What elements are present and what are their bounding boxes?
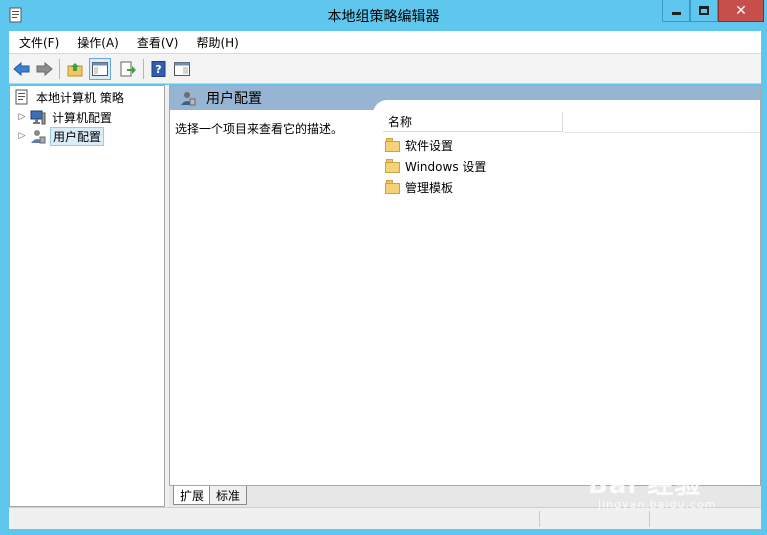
- list-item-admin-templates[interactable]: 管理模板: [385, 178, 453, 196]
- tree-item-user-config[interactable]: ▷ 用户配置: [18, 126, 105, 146]
- user-icon: [31, 130, 46, 144]
- watermark-logo-text: Bai 经验: [588, 470, 702, 500]
- forward-button[interactable]: [35, 60, 53, 78]
- export-list-icon: [120, 61, 136, 77]
- expand-arrow-icon[interactable]: ▷: [18, 112, 26, 122]
- minimize-button[interactable]: [662, 0, 690, 22]
- tab-extended[interactable]: 扩展: [173, 486, 212, 505]
- show-hide-tree-button[interactable]: [89, 58, 111, 80]
- close-button[interactable]: ✕: [718, 0, 764, 22]
- menu-bar: 文件(F) 操作(A) 查看(V) 帮助(H): [9, 31, 761, 53]
- forward-arrow-icon: [36, 62, 53, 76]
- group-policy-editor-window: 本地组策略编辑器 ✕ 文件(F) 操作(A) 查看(V) 帮助(H) ? 本地计…: [0, 0, 767, 535]
- up-folder-icon: [67, 63, 83, 77]
- menu-help[interactable]: 帮助(H): [186, 34, 246, 51]
- menu-file[interactable]: 文件(F): [9, 34, 67, 51]
- maximize-button[interactable]: [690, 0, 718, 22]
- tree-item-computer-config[interactable]: ▷ 计算机配置: [18, 108, 114, 126]
- folder-icon: [385, 180, 401, 194]
- computer-icon: [30, 110, 46, 125]
- user-icon: [181, 92, 196, 106]
- policy-document-icon: [15, 89, 28, 105]
- minimize-icon: [671, 12, 681, 15]
- list-item-software-settings[interactable]: 软件设置: [385, 136, 453, 154]
- folder-icon: [385, 138, 401, 152]
- show-hide-tree-icon: [92, 62, 108, 76]
- list-item-label: 软件设置: [405, 138, 454, 153]
- tab-standard[interactable]: 标准: [209, 486, 248, 505]
- svg-text:?: ?: [155, 63, 161, 76]
- title-bar[interactable]: 本地组策略编辑器 ✕: [0, 0, 767, 31]
- tree-item-label: 用户配置: [50, 126, 105, 146]
- item-list[interactable]: 名称 软件设置 Windows 设置 管理模板: [373, 100, 760, 480]
- watermark-url: jingyan.baidu.com: [598, 498, 717, 511]
- tree-pane[interactable]: 本地计算机 策略 ▷ 计算机配置 ▷ 用户配置: [9, 85, 165, 507]
- back-arrow-icon: [13, 62, 30, 76]
- main-content: 本地计算机 策略 ▷ 计算机配置 ▷ 用户配置 用户配置 选择一个项目来查看它的…: [9, 85, 761, 507]
- detail-pane: 用户配置 选择一个项目来查看它的描述。 名称 软件设置 Windows 设置 管…: [169, 85, 761, 507]
- maximize-icon: [699, 6, 709, 15]
- tree-root[interactable]: 本地计算机 策略: [14, 88, 126, 106]
- column-header-name[interactable]: 名称: [383, 112, 563, 132]
- list-item-label: Windows 设置: [405, 159, 487, 174]
- window-title: 本地组策略编辑器: [327, 9, 440, 25]
- list-item-label: 管理模板: [405, 180, 454, 195]
- properties-icon: [174, 62, 190, 76]
- up-one-level-button[interactable]: [66, 60, 84, 78]
- export-list-button[interactable]: [119, 60, 137, 78]
- toolbar: ?: [9, 53, 761, 84]
- folder-icon: [385, 159, 401, 173]
- detail-title: 用户配置: [206, 91, 262, 107]
- baidu-watermark: Bai 经验 jingyan.baidu.com: [588, 452, 758, 516]
- menu-action[interactable]: 操作(A): [67, 34, 127, 51]
- back-button[interactable]: [13, 60, 31, 78]
- expand-arrow-icon[interactable]: ▷: [18, 131, 26, 141]
- detail-description: 选择一个项目来查看它的描述。: [175, 122, 344, 136]
- tree-item-label: 计算机配置: [52, 110, 113, 125]
- help-icon: ?: [151, 61, 166, 77]
- properties-button[interactable]: [173, 60, 191, 78]
- menu-view[interactable]: 查看(V): [127, 34, 187, 51]
- help-button[interactable]: ?: [150, 60, 168, 78]
- list-item-windows-settings[interactable]: Windows 设置: [385, 157, 486, 175]
- close-icon: ✕: [735, 2, 747, 19]
- tree-root-label: 本地计算机 策略: [36, 90, 124, 105]
